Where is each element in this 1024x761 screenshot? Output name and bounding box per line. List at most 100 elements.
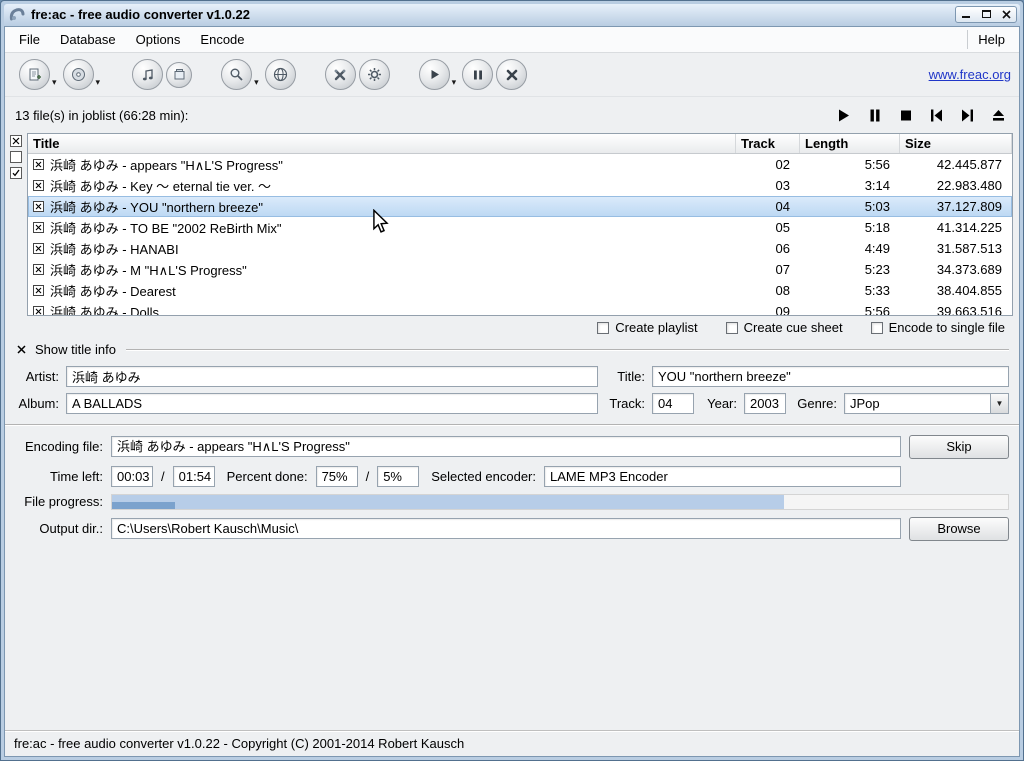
add-files-dropdown-arrow[interactable]: ▾ xyxy=(52,77,57,88)
cddb-query-dropdown-arrow[interactable]: ▾ xyxy=(254,77,259,88)
track-checkbox[interactable] xyxy=(33,201,44,212)
year-input[interactable] xyxy=(744,393,786,414)
output-dir-input[interactable] xyxy=(111,518,901,539)
row-title-cell: 浜崎 あゆみ - Dolls xyxy=(28,302,736,315)
joblist-row[interactable]: 浜崎 あゆみ - appears "H∧L'S Progress" 02 5:5… xyxy=(28,154,1012,175)
cd-case-button[interactable] xyxy=(166,62,192,88)
eject-icon xyxy=(992,109,1005,122)
selected-encoder-label: Selected encoder: xyxy=(431,469,536,484)
skip-button[interactable]: Skip xyxy=(909,435,1009,459)
menu-help[interactable]: Help xyxy=(968,27,1015,52)
column-header-title[interactable]: Title xyxy=(28,134,736,153)
track-checkbox[interactable] xyxy=(33,222,44,233)
track-number: 02 xyxy=(736,157,800,172)
title-input[interactable] xyxy=(652,366,1009,387)
add-files-button[interactable] xyxy=(19,59,50,90)
browse-button[interactable]: Browse xyxy=(909,517,1009,541)
menu-database[interactable]: Database xyxy=(50,27,126,52)
title-info-section: Show title info Artist: Title: Album: Tr… xyxy=(5,340,1019,422)
globe-icon xyxy=(273,67,288,82)
genre-input[interactable] xyxy=(844,393,990,414)
album-label: Album: xyxy=(15,396,59,411)
encode-single-file-checkbox[interactable] xyxy=(871,322,883,334)
track-number: 08 xyxy=(736,283,800,298)
previous-button[interactable] xyxy=(928,108,945,123)
column-header-size[interactable]: Size xyxy=(900,134,1012,153)
menu-options[interactable]: Options xyxy=(126,27,191,52)
title-label: Title: xyxy=(605,369,645,384)
stop-encoding-button[interactable] xyxy=(496,59,527,90)
track-label: Track: xyxy=(605,396,645,411)
pause-encoding-button[interactable] xyxy=(462,59,493,90)
checked-x-icon xyxy=(35,161,42,168)
hide-title-info-button[interactable] xyxy=(15,343,28,356)
stop-button[interactable] xyxy=(897,108,914,123)
transport-controls xyxy=(835,108,1007,123)
minimize-icon xyxy=(962,16,970,18)
track-size: 22.983.480 xyxy=(900,178,1012,193)
toggle-selection-button[interactable] xyxy=(10,167,22,179)
column-header-length[interactable]: Length xyxy=(800,134,900,153)
column-header-track[interactable]: Track xyxy=(736,134,800,153)
joblist-rows: 浜崎 あゆみ - appears "H∧L'S Progress" 02 5:5… xyxy=(28,154,1012,315)
start-encoding-dropdown-arrow[interactable]: ▾ xyxy=(452,77,457,88)
create-cue-sheet-checkbox[interactable] xyxy=(726,322,738,334)
menu-file[interactable]: File xyxy=(9,27,50,52)
year-label: Year: xyxy=(701,396,737,411)
start-encoding-button[interactable] xyxy=(419,59,450,90)
menu-encode[interactable]: Encode xyxy=(190,27,254,52)
time-separator: / xyxy=(161,469,165,484)
close-button[interactable] xyxy=(996,7,1016,22)
minimize-button[interactable] xyxy=(956,7,976,22)
genre-dropdown-button[interactable]: ▼ xyxy=(990,393,1009,414)
next-button[interactable] xyxy=(959,108,976,123)
select-none-button[interactable] xyxy=(10,151,22,163)
pause-button[interactable] xyxy=(866,108,883,123)
create-playlist-checkbox[interactable] xyxy=(597,322,609,334)
joblist-row[interactable]: 浜崎 あゆみ - Key ～ eternal tie ver. ～ 03 3:1… xyxy=(28,175,1012,196)
configure-encoder-button[interactable] xyxy=(325,59,356,90)
file-progress-label: File progress: xyxy=(15,494,103,509)
track-checkbox[interactable] xyxy=(33,306,44,315)
genre-label: Genre: xyxy=(793,396,837,411)
total-progress-fill xyxy=(112,495,784,509)
track-number: 09 xyxy=(736,304,800,315)
track-checkbox[interactable] xyxy=(33,264,44,275)
joblist-row[interactable]: 浜崎 あゆみ - Dearest 08 5:33 38.404.855 xyxy=(28,280,1012,301)
album-input[interactable] xyxy=(66,393,598,414)
cddb-web-button[interactable] xyxy=(265,59,296,90)
track-checkbox[interactable] xyxy=(33,285,44,296)
music-file-button[interactable] xyxy=(132,59,163,90)
output-options-row: Create playlist Create cue sheet Encode … xyxy=(5,316,1019,340)
joblist-row[interactable]: 浜崎 あゆみ - M "H∧L'S Progress" 07 5:23 34.3… xyxy=(28,259,1012,280)
cddb-query-button[interactable] xyxy=(221,59,252,90)
artist-input[interactable] xyxy=(66,366,598,387)
joblist-row[interactable]: 浜崎 あゆみ - YOU "northern breeze" 04 5:03 3… xyxy=(28,196,1012,217)
track-title: 浜崎 あゆみ - Dearest xyxy=(50,281,176,300)
eject-button[interactable] xyxy=(990,108,1007,123)
play-button[interactable] xyxy=(835,108,852,123)
create-cue-sheet-option: Create cue sheet xyxy=(726,320,843,335)
track-input[interactable] xyxy=(652,393,694,414)
maximize-button[interactable] xyxy=(976,7,996,22)
track-checkbox[interactable] xyxy=(33,243,44,254)
create-cue-sheet-label: Create cue sheet xyxy=(744,320,843,335)
joblist-area: Title Track Length Size 浜崎 あゆみ - appears… xyxy=(5,133,1019,316)
row-title-cell: 浜崎 あゆみ - appears "H∧L'S Progress" xyxy=(28,155,736,174)
general-settings-button[interactable] xyxy=(359,59,390,90)
add-audio-cd-button[interactable] xyxy=(63,59,94,90)
track-checkbox[interactable] xyxy=(33,180,44,191)
joblist-row[interactable]: 浜崎 あゆみ - TO BE "2002 ReBirth Mix" 05 5:1… xyxy=(28,217,1012,238)
select-all-button[interactable] xyxy=(10,135,22,147)
stop-x-icon xyxy=(506,69,518,81)
joblist-row[interactable]: 浜崎 あゆみ - HANABI 06 4:49 31.587.513 xyxy=(28,238,1012,259)
track-length: 5:18 xyxy=(800,220,900,235)
track-checkbox[interactable] xyxy=(33,159,44,170)
joblist-row[interactable]: 浜崎 あゆみ - Dolls 09 5:56 39.663.516 xyxy=(28,301,1012,315)
check-icon xyxy=(12,169,20,177)
track-length: 4:49 xyxy=(800,241,900,256)
freac-website-link[interactable]: www.freac.org xyxy=(929,67,1011,82)
add-audio-cd-dropdown-arrow[interactable]: ▾ xyxy=(96,77,101,88)
track-title: 浜崎 あゆみ - TO BE "2002 ReBirth Mix" xyxy=(50,218,282,237)
maximize-icon xyxy=(982,10,991,18)
